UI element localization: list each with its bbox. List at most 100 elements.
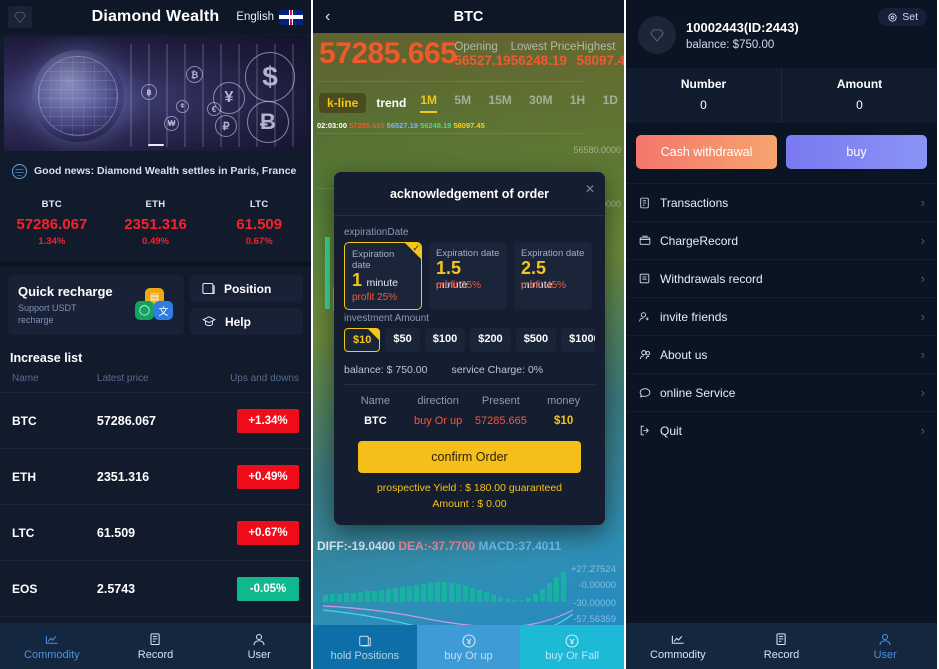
quick-recharge-card[interactable]: Quick recharge Support USDT recharge ▤ ◯… — [8, 275, 184, 336]
menu-item-withdrawals-record[interactable]: Withdrawals record › — [626, 259, 937, 297]
ticker-btc[interactable]: BTC 57286.067 1.34% — [0, 199, 104, 247]
dialog-header: acknowledgement of order ✕ — [334, 172, 605, 216]
close-icon[interactable]: ✕ — [585, 182, 595, 196]
news-text: Good news: Diamond Wealth settles in Par… — [34, 165, 297, 177]
symbol-title: BTC — [453, 8, 484, 25]
amount-option-500[interactable]: $500 — [515, 328, 557, 352]
timeframe-30m[interactable]: 30M — [529, 93, 552, 113]
buy-button[interactable]: buy — [786, 135, 927, 169]
menu-item-about-us[interactable]: About us › — [626, 335, 937, 373]
translate-icon: 文 — [153, 301, 173, 321]
bitcoin-coin-icon: Ƀ — [247, 101, 289, 143]
chevron-right-icon: › — [920, 385, 925, 400]
col-name: Name — [12, 373, 39, 385]
timeframe-tabs: 1M 5M 15M 30M 1H 1D — [420, 93, 618, 113]
expiration-label: expirationDate — [344, 227, 409, 238]
order-confirm-dialog: acknowledgement of order ✕ expirationDat… — [334, 172, 605, 525]
td-money: $10 — [554, 415, 574, 427]
timeframe-1d[interactable]: 1D — [603, 93, 618, 113]
nav-commodity[interactable]: Commodity — [0, 623, 104, 669]
carousel-indicator[interactable] — [147, 144, 164, 146]
col-price: Latest price — [96, 373, 149, 385]
list-icon — [638, 272, 660, 285]
amount-option-100[interactable]: $100 — [424, 328, 466, 352]
chart-controls: k-line trend 1M 5M 15M 30M 1H 1D — [319, 93, 618, 113]
nav-label: Record — [763, 648, 800, 661]
panel-trading: ‹ BTC 56580.0000 56000.0000 57285.665 Op… — [313, 0, 626, 669]
nav-record[interactable]: Record — [104, 623, 208, 669]
current-price: 57285.665 — [319, 37, 457, 70]
cash-withdrawal-button[interactable]: Cash withdrawal — [636, 135, 777, 169]
globe-icon — [12, 163, 27, 179]
macd-dea: DEA:-37.7700 — [398, 539, 476, 553]
row-price: 2351.316 — [96, 469, 150, 484]
panel-user: Set 10002443(ID:2443) balance: $750.00 N… — [626, 0, 937, 669]
wallet-icon — [638, 234, 660, 247]
settings-button[interactable]: Set — [878, 8, 927, 26]
chevron-right-icon: › — [920, 233, 925, 248]
menu-item-transactions[interactable]: Transactions › — [626, 183, 937, 221]
tab-kline[interactable]: k-line — [319, 93, 367, 113]
stat-value: 0 — [856, 98, 863, 112]
ticker-name: LTC — [249, 199, 269, 210]
timeframe-15m[interactable]: 15M — [488, 93, 511, 113]
menu-item-invite-friends[interactable]: invite friends › — [626, 297, 937, 335]
nav-buy-or-up[interactable]: buy Or up — [416, 625, 521, 669]
menu-item-quit[interactable]: Quit › — [626, 411, 937, 449]
ticker-eth[interactable]: ETH 2351.316 0.49% — [104, 199, 208, 247]
timeframe-1h[interactable]: 1H — [570, 93, 585, 113]
expiration-option-3[interactable]: Expiration date 2.5 minute profit 45% — [514, 242, 592, 310]
confirm-order-button[interactable]: confirm Order — [358, 441, 581, 473]
prospective-yield-text: prospective Yield : $ 180.00 guaranteed — [376, 482, 563, 494]
dialog-title: acknowledgement of order — [389, 187, 550, 201]
amount-option-1000[interactable]: $1000 — [561, 328, 595, 352]
tab-trend[interactable]: trend — [376, 96, 406, 110]
menu-label: Transactions — [660, 195, 729, 210]
macd-diff: DIFF:-19.0400 — [317, 539, 396, 553]
th-name: Name — [360, 395, 391, 407]
position-label: Position — [223, 281, 272, 296]
amount-option-10[interactable]: $10 — [344, 328, 381, 352]
avatar[interactable] — [638, 16, 676, 54]
help-button[interactable]: Help — [189, 308, 303, 336]
ticker-ltc[interactable]: LTC 61.509 0.67% — [207, 199, 311, 247]
table-row[interactable]: LTC 61.509 +0.67% — [0, 504, 311, 560]
hero-banner[interactable]: $ Ƀ ¥ ₿ € ¢ ฿ ₽ ₩ — [4, 36, 307, 151]
user-actions: Cash withdrawal buy — [626, 123, 937, 183]
ticker-name: ETH — [145, 199, 166, 210]
nav-user[interactable]: User — [207, 623, 311, 669]
amount-option-50[interactable]: $50 — [385, 328, 420, 352]
table-row[interactable]: EOS 2.5743 -0.05% — [0, 560, 311, 616]
nav-label: User — [247, 648, 271, 661]
timeframe-5m[interactable]: 5M — [454, 93, 471, 113]
nav-buy-or-fall[interactable]: buy Or Fall — [520, 625, 624, 669]
option-unit: minute — [366, 277, 398, 289]
investment-label: investment Amount — [344, 313, 430, 324]
status-badge: +0.49% — [237, 464, 299, 489]
menu-item-chargerecord[interactable]: ChargeRecord › — [626, 221, 937, 259]
chevron-right-icon: › — [920, 309, 925, 324]
nav-user[interactable]: User — [833, 623, 937, 669]
status-badge: +0.67% — [237, 520, 299, 545]
user-id: 10002443(ID:2443) — [686, 19, 799, 35]
timeframe-1m[interactable]: 1M — [420, 93, 438, 113]
nav-record[interactable]: Record — [730, 623, 834, 669]
nav-hold-positions[interactable]: hold Positions — [313, 625, 417, 669]
position-button[interactable]: Position — [189, 275, 303, 303]
ticker-change: 0.67% — [245, 236, 273, 247]
amount-option-200[interactable]: $200 — [470, 328, 511, 352]
expiration-option-1[interactable]: Expiration date 1 minute profit 25% — [344, 242, 422, 310]
row-change-cell: -0.05% — [218, 576, 299, 601]
selected-check-icon — [368, 329, 380, 340]
expiration-option-2[interactable]: Expiration date 1.5 minute profit 35% — [429, 242, 507, 310]
shortcut-buttons: Position Help — [189, 275, 303, 336]
table-row[interactable]: BTC 57286.067 +1.34% — [0, 392, 311, 448]
table-row[interactable]: ETH 2351.316 +0.49% — [0, 448, 311, 504]
nav-commodity[interactable]: Commodity — [626, 623, 730, 669]
menu-item-online-service[interactable]: online Service › — [626, 373, 937, 411]
language-switcher[interactable]: English — [236, 9, 303, 25]
menu-label: invite friends — [660, 309, 728, 324]
news-ticker[interactable]: Good news: Diamond Wealth settles in Par… — [4, 155, 307, 187]
stat-key: Number — [680, 77, 727, 91]
three-phone-screens: Diamond Wealth English $ Ƀ ¥ ₿ € ¢ ฿ ₽ ₩… — [0, 0, 939, 669]
